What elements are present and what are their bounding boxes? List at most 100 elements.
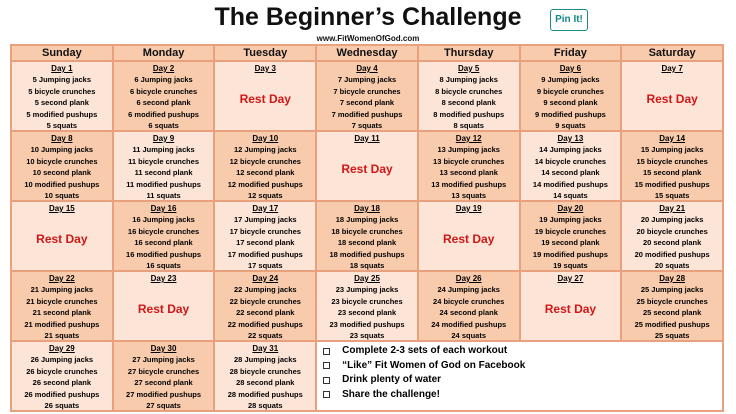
- exercise-line: 12 modified pushups: [227, 179, 303, 189]
- exercise-line: 23 second plank: [337, 308, 397, 318]
- calendar-day-cell: Day 12 13 Jumping jacks 13 bicycle crunche…: [417, 131, 520, 201]
- exercise-line: 8 Jumping jacks: [439, 75, 498, 84]
- exercise-line: 17 Jumping jacks: [234, 215, 297, 224]
- rest-day-label: Rest Day: [646, 91, 698, 106]
- exercise-line: 6 squats: [148, 121, 179, 131]
- exercise-line: 9 second plank: [543, 98, 598, 108]
- exercise-line: 16 modified pushups: [126, 249, 202, 259]
- tip-text: Complete 2-3 sets of each workout: [342, 345, 508, 356]
- exercise-line: 18 squats: [349, 261, 385, 271]
- exercise-line: 17 second plank: [236, 238, 295, 248]
- exercise-line: 24 second plank: [439, 308, 498, 318]
- exercise-line: 12 bicycle crunches: [229, 156, 301, 166]
- exercise-line: 5 squats: [46, 121, 78, 131]
- exercise-line: 12 squats: [247, 191, 283, 201]
- exercise-line: 19 squats: [553, 261, 588, 271]
- exercise-line: 17 bicycle crunches: [229, 226, 301, 236]
- calendar-day-cell: Day 20 19 Jumping jacks 19 bicycle crunche…: [519, 201, 622, 271]
- weekday-header: Thursday: [417, 45, 520, 61]
- rest-day-label: Rest Day: [137, 301, 190, 316]
- exercise-line: 24 modified pushups: [431, 319, 507, 329]
- exercise-line: 20 squats: [654, 261, 690, 271]
- exercise-line: 18 bicycle crunches: [331, 226, 403, 236]
- exercise-line: 24 bicycle crunches: [433, 296, 505, 306]
- exercise-line: 18 second plank: [337, 238, 397, 248]
- day-number: Day 24: [252, 274, 279, 283]
- exercise-line: 19 second plank: [541, 238, 600, 248]
- day-number: Day 19: [455, 204, 482, 213]
- calendar-day-cell: Day 30 27 Jumping jacks 27 bicycle crunche…: [112, 341, 215, 411]
- day-number: Day 7: [661, 64, 683, 73]
- exercise-line: 18 modified pushups: [329, 249, 405, 259]
- day-number: Day 16: [150, 204, 177, 213]
- calendar-day-cell: Day 17 17 Jumping jacks 17 bicycle crunche…: [214, 201, 317, 271]
- exercise-line: 28 squats: [247, 401, 283, 411]
- tip-item: Share the challenge!: [323, 388, 722, 403]
- exercise-line: 15 squats: [654, 191, 690, 201]
- exercise-line: 11 second plank: [134, 168, 193, 178]
- tips-panel: Complete 2-3 sets of each workout “Like” …: [316, 341, 723, 411]
- weekday-header: Saturday: [621, 45, 723, 61]
- weekday-header: Wednesday: [316, 45, 418, 61]
- exercise-line: 6 Jumping jacks: [134, 75, 193, 84]
- tip-item: “Like” Fit Women of God on Facebook: [323, 359, 722, 374]
- exercise-line: 14 second plank: [541, 168, 600, 178]
- page: The Beginner’s Challenge www.FitWomenOfG…: [0, 0, 736, 414]
- exercise-line: 23 squats: [349, 331, 385, 341]
- exercise-line: 15 modified pushups: [634, 179, 710, 189]
- exercise-line: 21 modified pushups: [24, 319, 100, 329]
- checkbox-icon: [323, 391, 331, 399]
- day-number: Day 27: [557, 274, 584, 283]
- exercise-line: 7 bicycle crunches: [333, 86, 401, 96]
- day-number: Day 11: [354, 134, 380, 143]
- exercise-line: 15 bicycle crunches: [636, 156, 708, 166]
- calendar-day-cell: Day 22 21 Jumping jacks 21 bicycle crunche…: [11, 271, 113, 341]
- exercise-line: 11 bicycle crunches: [128, 156, 199, 166]
- weekday-header: Tuesday: [214, 45, 317, 61]
- exercise-line: 20 Jumping jacks: [640, 215, 704, 224]
- exercise-line: 7 squats: [351, 121, 383, 131]
- exercise-line: 20 modified pushups: [634, 249, 710, 259]
- exercise-line: 16 bicycle crunches: [127, 226, 200, 236]
- checkbox-icon: [323, 362, 331, 370]
- rest-day-label: Rest Day: [443, 231, 495, 246]
- exercise-line: 12 second plank: [236, 168, 295, 178]
- exercise-line: 11 Jumping jacks: [132, 145, 195, 154]
- exercise-line: 25 Jumping jacks: [640, 285, 704, 294]
- day-number: Day 29: [48, 344, 75, 353]
- exercise-line: 13 squats: [451, 191, 486, 201]
- exercise-line: 8 bicycle crunches: [435, 86, 503, 96]
- pin-it-button[interactable]: Pin It!: [550, 9, 588, 31]
- day-number: Day 6: [559, 64, 582, 73]
- exercise-line: 9 modified pushups: [535, 109, 606, 119]
- day-number: Day 30: [150, 344, 177, 353]
- day-number: Day 2: [152, 64, 175, 73]
- exercise-line: 5 bicycle crunches: [28, 86, 96, 96]
- calendar-day-cell: Day 25 23 Jumping jacks 23 bicycle crunche…: [316, 271, 418, 341]
- website-url: www.FitWomenOfGod.com: [316, 34, 420, 43]
- exercise-line: 17 modified pushups: [227, 249, 303, 259]
- calendar-day-cell: Day 11 Rest Day: [316, 131, 418, 201]
- day-number: Day 25: [354, 274, 380, 283]
- tip-text: Share the challenge!: [342, 388, 440, 400]
- exercise-line: 7 Jumping jacks: [337, 75, 397, 84]
- calendar-day-cell: Day 10 12 Jumping jacks 12 bicycle crunche…: [214, 131, 317, 201]
- weekday-header: Sunday: [11, 45, 113, 61]
- exercise-line: 11 modified pushups: [126, 179, 201, 189]
- exercise-line: 7 second plank: [339, 98, 395, 108]
- exercise-line: 24 squats: [451, 331, 486, 341]
- weekday-header: Friday: [519, 45, 622, 61]
- day-number: Day 17: [252, 204, 279, 213]
- calendar-day-cell: Day 4 7 Jumping jacks 7 bicycle crunches 7 …: [316, 61, 418, 131]
- exercise-line: 14 squats: [553, 191, 588, 201]
- calendar-day-cell: Day 26 24 Jumping jacks 24 bicycle crunche…: [417, 271, 520, 341]
- exercise-line: 22 squats: [247, 331, 283, 341]
- exercise-line: 25 second plank: [642, 308, 702, 318]
- exercise-line: 23 bicycle crunches: [331, 296, 403, 306]
- rest-day-label: Rest Day: [239, 91, 291, 106]
- exercise-line: 23 Jumping jacks: [335, 285, 399, 294]
- exercise-line: 13 bicycle crunches: [433, 156, 505, 166]
- exercise-line: 6 modified pushups: [128, 109, 199, 119]
- exercise-line: 19 bicycle crunches: [534, 226, 607, 236]
- exercise-line: 16 Jumping jacks: [132, 215, 195, 224]
